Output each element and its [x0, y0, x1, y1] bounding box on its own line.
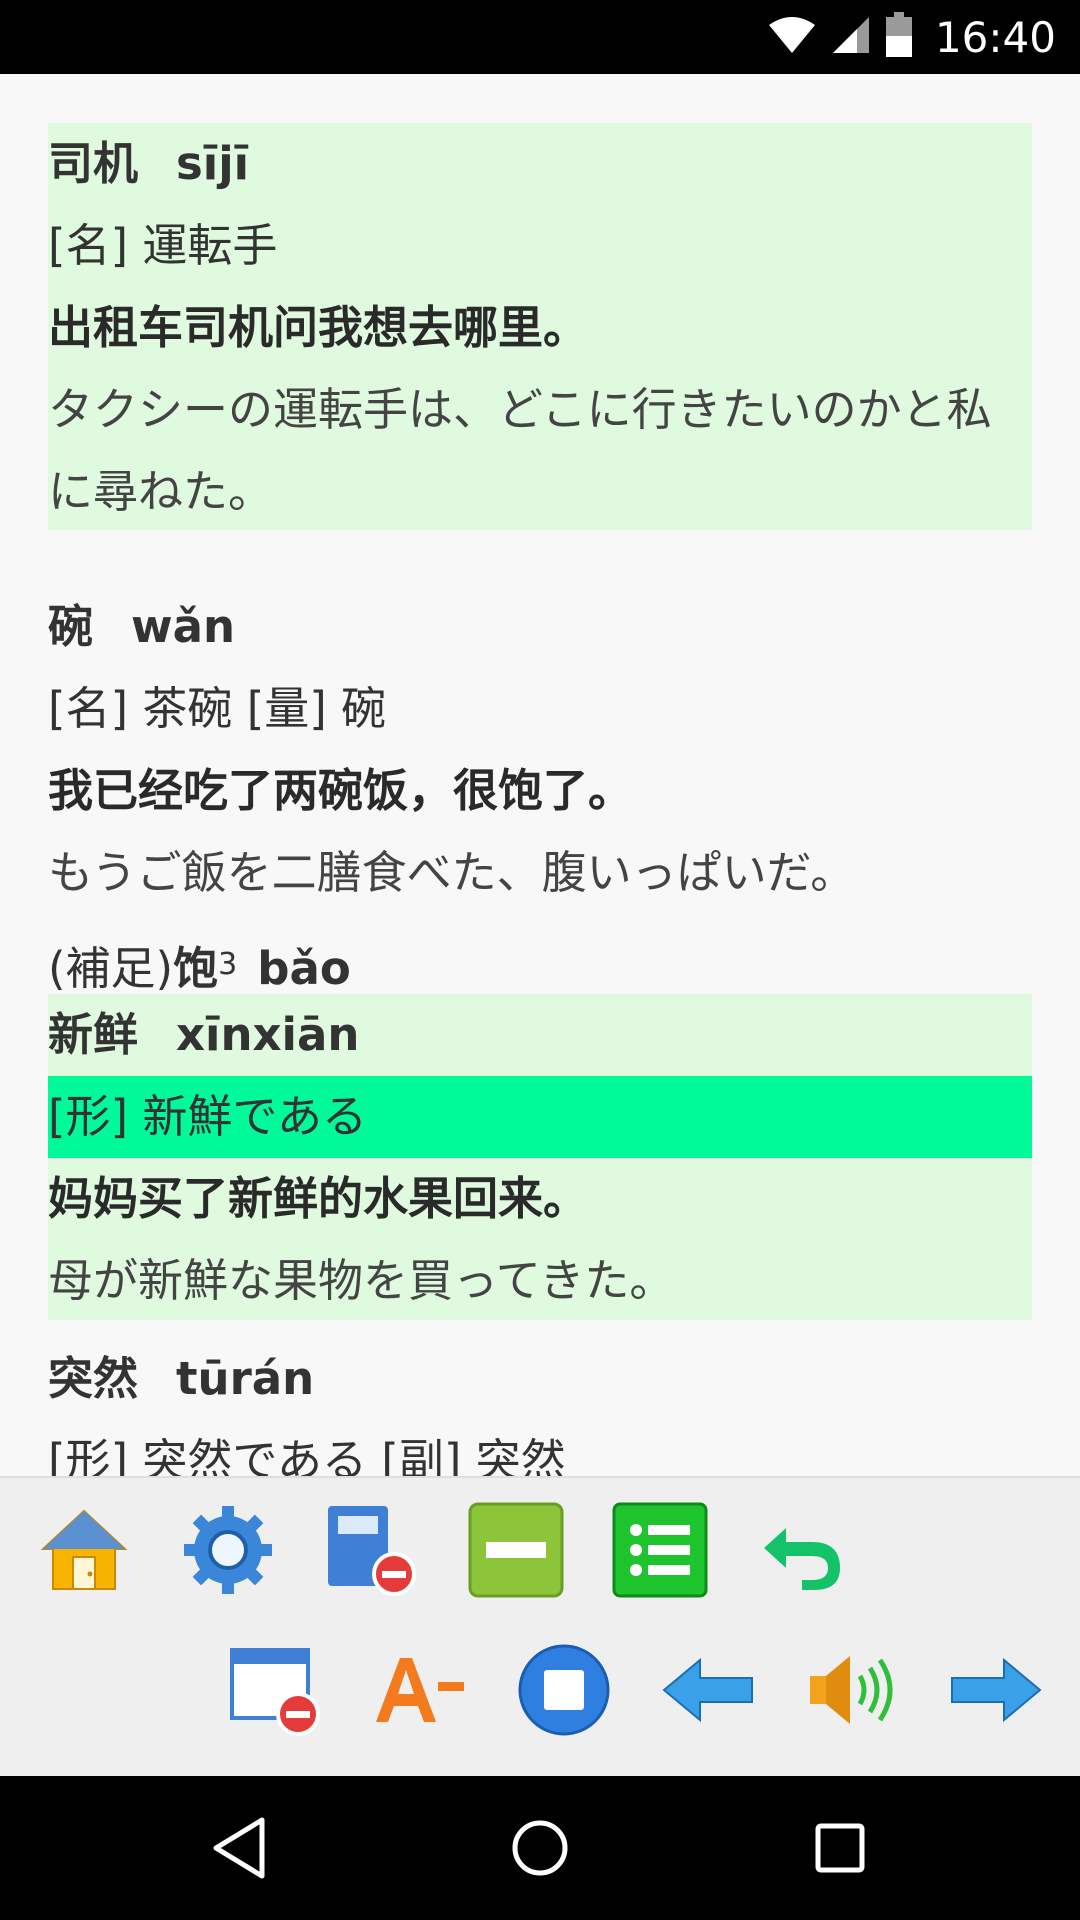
book-remove-icon[interactable] — [324, 1502, 420, 1598]
settings-icon[interactable] — [180, 1502, 276, 1598]
dictionary-entry[interactable]: 司机 sījī [名] 運転手 出租车司机问我想去哪里。 タクシーの運転手は、どこ… — [48, 123, 1032, 530]
list-icon[interactable] — [612, 1502, 708, 1598]
signal-icon — [831, 15, 871, 59]
window-remove-icon[interactable] — [228, 1642, 324, 1738]
forward-arrow-icon[interactable] — [948, 1642, 1044, 1738]
home-icon[interactable] — [36, 1502, 132, 1598]
example-sentence: 妈妈买了新鲜的水果回来。 — [48, 1172, 589, 1225]
battery-icon — [885, 12, 913, 62]
headword-line: 新鲜 xīnxiān — [48, 994, 1032, 1076]
dictionary-entry[interactable]: 突然 tūrán [形] 突然である [副] 突然 — [48, 1338, 1032, 1476]
definition: [形] 突然である [副] 突然 — [48, 1434, 566, 1476]
pinyin: xīnxiān — [176, 1008, 360, 1061]
headword: 司机 — [48, 137, 139, 190]
note-pinyin: bǎo — [257, 942, 351, 995]
headword-line: 碗 wǎn — [48, 586, 1032, 668]
note-prefix: (補足) — [48, 942, 174, 995]
note-word: 饱 — [173, 942, 219, 995]
translation: タクシーの運転手は、どこに行きたいのかと私に尋ねた。 — [48, 383, 992, 518]
nav-home-icon[interactable] — [500, 1808, 580, 1888]
headword: 新鲜 — [48, 1008, 139, 1061]
wifi-icon — [767, 15, 817, 59]
definition: [名] 茶碗 [量] 碗 — [48, 682, 387, 735]
pinyin: wǎn — [131, 600, 235, 653]
example-sentence: 我已经吃了两碗饭，很饱了。 — [48, 764, 634, 817]
font-decrease-icon[interactable] — [372, 1642, 468, 1738]
headword-line: 司机 sījī — [48, 123, 1032, 205]
nav-back-icon[interactable] — [200, 1808, 280, 1888]
pinyin: tūrán — [176, 1352, 315, 1405]
stop-icon[interactable] — [516, 1642, 612, 1738]
speaker-icon[interactable] — [804, 1642, 900, 1738]
clock: 16:40 — [934, 12, 1056, 62]
minus-icon[interactable] — [468, 1502, 564, 1598]
definition-selected[interactable]: [形] 新鮮である — [48, 1076, 1032, 1158]
translation: 母が新鮮な果物を買ってきた。 — [48, 1254, 675, 1307]
translation: もうご飯を二膳食べた、腹いっぱいだ。 — [48, 846, 856, 899]
back-arrow-icon[interactable] — [660, 1642, 756, 1738]
undo-icon[interactable] — [756, 1502, 852, 1598]
headword: 突然 — [48, 1352, 139, 1405]
note-tone: 3 — [218, 947, 238, 982]
pinyin: sījī — [176, 137, 250, 190]
dictionary-entry[interactable]: 碗 wǎn [名] 茶碗 [量] 碗 我已经吃了两碗饭，很饱了。 もうご飯を二膳食… — [48, 586, 1032, 1006]
headword-line: 突然 tūrán — [48, 1338, 1032, 1420]
definition: [名] 運転手 — [48, 219, 278, 272]
example-sentence: 出租车司机问我想去哪里。 — [48, 301, 589, 354]
dictionary-list[interactable]: 司机 sījī [名] 運転手 出租车司机问我想去哪里。 タクシーの運転手は、どこ… — [0, 74, 1080, 1476]
headword: 碗 — [48, 600, 94, 653]
nav-recents-icon[interactable] — [800, 1808, 880, 1888]
dictionary-entry[interactable]: 新鲜 xīnxiān [形] 新鮮である 妈妈买了新鲜的水果回来。 母が新鮮な果物… — [48, 994, 1032, 1320]
navigation-bar — [0, 1776, 1080, 1920]
status-bar: 16:40 — [0, 0, 1080, 74]
bottom-toolbar — [0, 1476, 1080, 1778]
